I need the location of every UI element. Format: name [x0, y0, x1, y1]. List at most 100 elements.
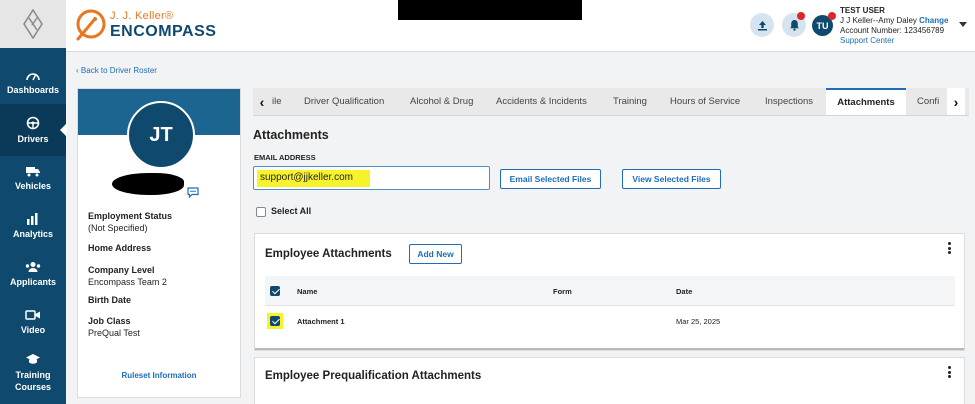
field-label: Birth Date — [88, 295, 132, 305]
birth-date: Birth Date — [88, 294, 131, 306]
left-nav: Dashboards Drivers Vehicles Analytics Ap… — [0, 0, 67, 404]
chevron-right-icon: › — [953, 94, 959, 110]
chevron-left-icon: ‹ — [76, 66, 79, 75]
job-class: Job Class PreQual Test — [88, 315, 140, 339]
chevron-left-icon: ‹ — [259, 94, 265, 110]
active-indicator — [60, 123, 67, 137]
select-all-checkbox[interactable] — [256, 207, 266, 217]
brand-bottom-line: ENCOMPASS — [110, 22, 217, 40]
attachments-title: Attachments — [253, 128, 329, 142]
column-name[interactable]: Name — [297, 287, 317, 296]
nav-label: Drivers — [17, 134, 49, 144]
chevron-down-icon[interactable] — [959, 22, 967, 27]
tab-inspections[interactable]: Inspections — [765, 88, 813, 115]
field-label: Employment Status — [88, 211, 173, 221]
nav-label: Analytics — [12, 229, 54, 239]
kebab-menu-icon[interactable] — [948, 366, 951, 380]
nav-vehicles[interactable]: Vehicles — [0, 152, 66, 204]
bell-icon — [789, 20, 799, 31]
brand-logo[interactable]: J. J. Keller® ENCOMPASS — [74, 6, 216, 44]
app-root: Dashboards Drivers Vehicles Analytics Ap… — [0, 0, 975, 404]
logo[interactable] — [0, 0, 66, 48]
change-link[interactable]: Change — [919, 16, 948, 25]
attachments-table-header: Name Form Date — [265, 276, 955, 306]
nav-label: Video — [20, 325, 46, 335]
user-name: TEST USER — [840, 6, 885, 15]
nav-label: Training Courses — [14, 370, 51, 392]
nav-video[interactable]: Video — [0, 296, 66, 348]
chat-bubble-icon[interactable] — [187, 187, 199, 198]
employee-prequalification-attachments-card: Employee Prequalification Attachments — [254, 357, 965, 404]
field-value: Encompass Team 2 — [88, 277, 167, 287]
email-address-label: EMAIL ADDRESS — [254, 153, 316, 162]
tab-driver-qualification[interactable]: Driver Qualification — [304, 88, 384, 115]
user-info: TEST USER J J Keller--Amy Daley Change A… — [840, 6, 948, 46]
steering-wheel-icon — [26, 116, 40, 130]
nav-training-courses[interactable]: Training Courses — [0, 346, 66, 400]
email-selected-files-button[interactable]: Email Selected Files — [500, 169, 601, 189]
view-selected-files-button[interactable]: View Selected Files — [622, 169, 721, 189]
driver-profile-card: JT Employment Status (Not Specified) Hom… — [77, 88, 241, 398]
brand-swoosh-icon — [76, 9, 106, 41]
back-to-driver-roster-link[interactable]: ‹ Back to Driver Roster — [76, 66, 157, 75]
account-number: Account Number: 123456789 — [840, 26, 945, 35]
support-center-link[interactable]: Support Center — [840, 36, 948, 46]
nav-label: Applicants — [9, 277, 56, 287]
tabs-scroll-left-button[interactable]: ‹ — [253, 88, 271, 115]
tab-training[interactable]: Training — [613, 88, 647, 115]
company-level: Company Level Encompass Team 2 — [88, 264, 167, 288]
user-notification-dot — [828, 12, 836, 20]
nav-label: Dashboards — [6, 85, 59, 95]
tab-alcohol-drug[interactable]: Alcohol & Drug — [410, 88, 473, 115]
field-label: Job Class — [88, 316, 131, 326]
nav-label: Vehicles — [14, 181, 52, 191]
employee-attachments-card: Employee Attachments Add New Name Form D… — [254, 233, 965, 351]
table-row: Attachment 1 Mar 25, 2025 — [265, 306, 955, 336]
upload-button[interactable] — [750, 13, 774, 37]
driver-tabs: ‹ ile Driver Qualification Alcohol & Dru… — [253, 88, 969, 116]
driver-avatar: JT — [127, 101, 195, 169]
notification-dot — [797, 12, 805, 20]
home-address: Home Address — [88, 242, 151, 254]
nav-drivers[interactable]: Drivers — [0, 104, 67, 156]
card-scrollbar[interactable] — [255, 348, 964, 350]
attachment-date: Mar 25, 2025 — [676, 317, 721, 326]
add-new-button[interactable]: Add New — [409, 244, 462, 264]
tab-attachments[interactable]: Attachments — [826, 88, 906, 115]
nav-dashboards[interactable]: Dashboards — [0, 56, 66, 108]
column-date[interactable]: Date — [676, 287, 692, 296]
top-header: J. J. Keller® ENCOMPASS TU TEST USER J J… — [66, 0, 975, 52]
field-value: (Not Specified) — [88, 223, 148, 233]
field-label: Company Level — [88, 265, 155, 275]
upload-icon — [757, 20, 767, 30]
redacted-driver-name — [112, 173, 184, 195]
tab-confidential[interactable]: Confi — [917, 88, 939, 115]
tab-accidents-incidents[interactable]: Accidents & Incidents — [496, 88, 587, 115]
employee-attachments-title: Employee Attachments — [265, 248, 392, 260]
field-value: PreQual Test — [88, 328, 140, 338]
nav-analytics[interactable]: Analytics — [0, 200, 66, 252]
ruleset-information-link[interactable]: Ruleset Information — [78, 371, 240, 380]
dashboard-icon — [26, 73, 40, 81]
group-icon — [25, 262, 41, 272]
jjkeller-emblem-icon — [23, 9, 43, 39]
company-user-line: J J Keller--Amy Daley Change — [840, 16, 948, 26]
column-form[interactable]: Form — [553, 287, 572, 296]
nav-applicants[interactable]: Applicants — [0, 248, 66, 300]
tab-hours-of-service[interactable]: Hours of Service — [670, 88, 740, 115]
header-select-checkbox[interactable] — [270, 286, 280, 296]
kebab-menu-icon[interactable] — [948, 242, 951, 256]
row-select-checkbox[interactable] — [270, 316, 280, 326]
tab-profile[interactable]: ile — [272, 88, 282, 115]
select-all-label: Select All — [271, 206, 312, 216]
bar-chart-icon — [27, 213, 38, 225]
email-address-value[interactable]: support@jjkeller.com — [260, 172, 353, 183]
redacted-area — [398, 0, 582, 20]
brand-text: J. J. Keller® ENCOMPASS — [110, 10, 216, 41]
truck-icon — [26, 167, 40, 177]
video-camera-icon — [25, 310, 40, 320]
field-label: Home Address — [88, 243, 152, 253]
attachment-name[interactable]: Attachment 1 — [297, 317, 345, 326]
tabs-scroll-right-button[interactable]: › — [947, 88, 965, 115]
back-link-label: Back to Driver Roster — [80, 66, 157, 75]
